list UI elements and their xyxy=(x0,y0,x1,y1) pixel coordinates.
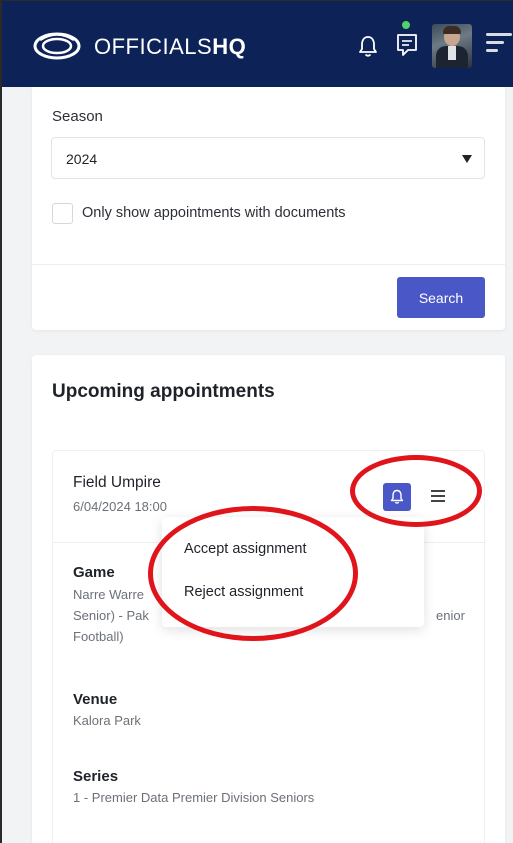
brand-text-bold: HQ xyxy=(212,34,247,59)
football-logo-icon[interactable] xyxy=(32,31,82,61)
game-value-line2: Senior) - Pak xyxy=(73,608,149,623)
avatar[interactable] xyxy=(432,24,472,68)
divider xyxy=(32,264,505,265)
season-label: Season xyxy=(52,108,103,125)
online-indicator xyxy=(402,21,410,29)
documents-checkbox[interactable] xyxy=(52,203,73,224)
game-value-line2-tail: enior xyxy=(436,608,465,623)
annotation-circle xyxy=(350,455,482,527)
series-label: Series xyxy=(73,768,119,785)
series-value: 1 - Premier Data Premier Division Senior… xyxy=(73,790,315,805)
game-value-line1: Narre Warre xyxy=(73,587,145,602)
search-button[interactable]: Search xyxy=(397,277,485,318)
top-nav-bar: OFFICIALSHQ xyxy=(2,1,513,87)
filter-card: Season 2024 Only show appointments with … xyxy=(32,87,505,330)
venue-value: Kalora Park xyxy=(73,713,141,728)
venue-label: Venue xyxy=(73,691,118,708)
app-frame: OFFICIALSHQ Season 2024 Only show appoin… xyxy=(0,0,513,843)
dropdown-caret-icon xyxy=(462,155,472,163)
season-select[interactable]: 2024 xyxy=(51,137,485,179)
game-value-line3: Football) xyxy=(73,629,124,644)
documents-checkbox-label[interactable]: Only show appointments with documents xyxy=(82,205,346,221)
brand-text-light: OFFICIALS xyxy=(94,34,213,59)
appointment-datetime: 6/04/2024 18:00 xyxy=(73,499,167,514)
season-selected-value: 2024 xyxy=(66,151,98,167)
appointment-role: Field Umpire xyxy=(73,474,161,491)
brand-name[interactable]: OFFICIALSHQ xyxy=(94,34,246,60)
chat-icon[interactable] xyxy=(395,31,419,59)
menu-icon[interactable] xyxy=(486,33,512,53)
bell-icon[interactable] xyxy=(357,34,379,58)
game-label: Game xyxy=(73,564,115,581)
section-title: Upcoming appointments xyxy=(52,381,275,402)
annotation-circle xyxy=(148,506,358,641)
